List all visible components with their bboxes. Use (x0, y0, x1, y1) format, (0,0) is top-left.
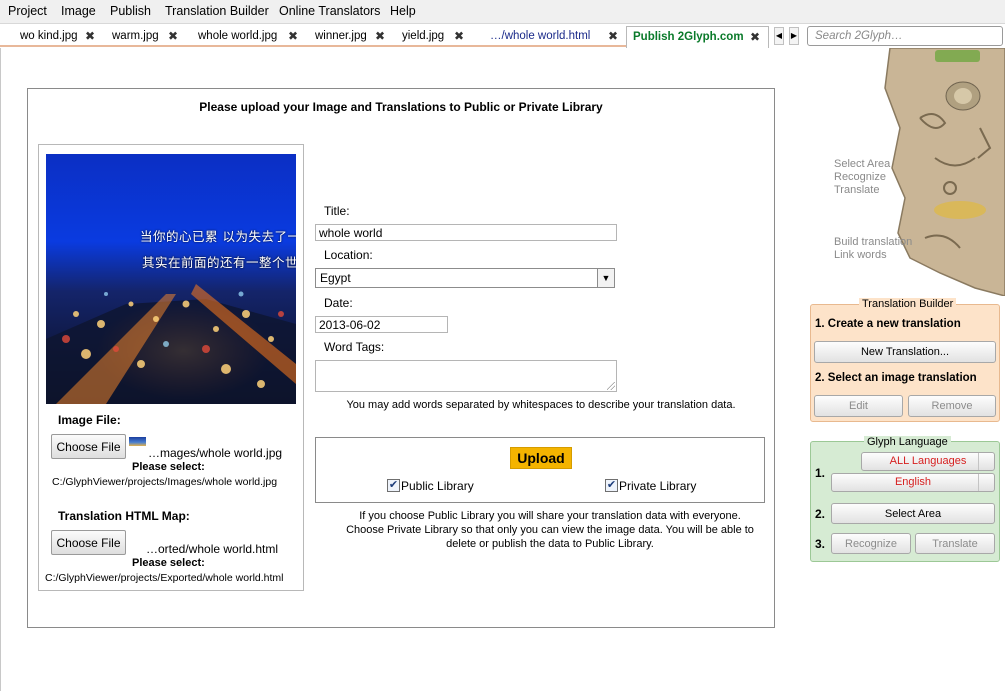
date-input[interactable]: 2013-06-02 (315, 316, 448, 333)
location-label: Location: (324, 248, 373, 262)
recognize-button[interactable]: Recognize (831, 533, 911, 554)
private-library-label: Private Library (619, 479, 697, 493)
menu-project[interactable]: Project (8, 4, 47, 18)
image-preview: 当你的心已累 以为失去了一切 其实在前面的还有一整个世界 (46, 154, 296, 404)
link-select-area[interactable]: Select Area (834, 158, 890, 171)
image-file-label: Image File: (58, 413, 121, 427)
tb-step1: 1. Create a new translation (815, 318, 961, 330)
scroll-left-icon[interactable]: ◀ (774, 27, 784, 45)
link-recognize[interactable]: Recognize (834, 171, 886, 184)
tab-label: yield.jpg (402, 30, 445, 42)
search-box[interactable] (807, 26, 1003, 46)
stone-tablet-image (880, 48, 1005, 296)
choose-html-file-button[interactable]: Choose File (51, 530, 126, 555)
tb-step2: 2. Select an image translation (815, 372, 977, 384)
date-label: Date: (324, 296, 353, 310)
gl-step2: 2. (815, 507, 826, 521)
library-note-line1: If you choose Public Library you will sh… (359, 510, 741, 522)
menu-help[interactable]: Help (390, 4, 416, 18)
html-file-path: C:/GlyphViewer/projects/Exported/whole w… (45, 572, 284, 584)
close-icon[interactable]: ✖ (168, 26, 178, 46)
close-icon[interactable]: ✖ (288, 26, 298, 46)
link-translate[interactable]: Translate (834, 184, 879, 197)
menu-translation-builder[interactable]: Translation Builder (165, 4, 269, 18)
gl-step1: 1. (815, 466, 826, 480)
close-icon[interactable]: ✖ (85, 26, 95, 46)
public-library-label: Public Library (401, 479, 474, 493)
html-please-select: Please select: (132, 557, 205, 569)
preview-caption-line1: 当你的心已累 以为失去了一切 (140, 229, 296, 244)
link-build-translation[interactable]: Build translation (834, 236, 912, 249)
all-languages-select[interactable]: ALL Languages (861, 452, 995, 471)
preview-caption-line2: 其实在前面的还有一整个世界 (142, 255, 296, 270)
location-value: Egypt (320, 271, 351, 285)
translate-button[interactable]: Translate (915, 533, 995, 554)
html-map-label: Translation HTML Map: (58, 509, 190, 523)
tab-label: …/whole world.html (490, 30, 591, 42)
word-tags-label: Word Tags: (324, 340, 385, 354)
tab-underline (0, 45, 626, 47)
new-translation-button[interactable]: New Translation... (814, 341, 996, 363)
image-please-select: Please select: (132, 461, 205, 473)
scroll-right-icon[interactable]: ▶ (789, 27, 799, 45)
library-note-line3: delete or publish the data to Public Lib… (446, 538, 654, 550)
close-icon[interactable]: ✖ (750, 27, 760, 47)
tab-label: Publish 2Glyph.com (633, 31, 744, 43)
english-label: English (894, 476, 932, 488)
word-tags-textarea[interactable] (315, 360, 617, 392)
all-languages-label: ALL Languages (889, 455, 967, 467)
panel-heading: Please upload your Image and Translation… (199, 100, 603, 114)
resize-grip-icon[interactable] (607, 382, 615, 390)
menu-image[interactable]: Image (61, 4, 96, 18)
image-thumbnail-icon (129, 437, 146, 446)
search-input[interactable] (808, 27, 1002, 45)
menu-publish[interactable]: Publish (110, 4, 151, 18)
link-link-words[interactable]: Link words (834, 249, 887, 262)
tab-label: whole world.jpg (198, 30, 278, 42)
location-select[interactable]: Egypt ▼ (315, 268, 615, 288)
title-input[interactable]: whole world (315, 224, 617, 241)
window-edge (0, 48, 1, 691)
menu-online-translators[interactable]: Online Translators (279, 4, 380, 18)
close-icon[interactable]: ✖ (454, 26, 464, 46)
tab-label: winner.jpg (315, 30, 367, 42)
tab-label: warm.jpg (112, 30, 159, 42)
chevron-down-icon[interactable]: ▼ (597, 269, 614, 287)
city-night-image (46, 154, 296, 404)
tab-label: wo kind.jpg (20, 30, 78, 42)
menu-bar: Project Image Publish Translation Builde… (0, 0, 1005, 24)
close-icon[interactable]: ✖ (608, 26, 618, 46)
word-tags-hint: You may add words separated by whitespac… (346, 399, 736, 411)
public-library-checkbox[interactable]: ✔ (387, 479, 400, 492)
glyph-language-title: Glyph Language (864, 436, 951, 448)
close-icon[interactable]: ✖ (375, 26, 385, 46)
english-select[interactable]: English (831, 473, 995, 492)
app-window: Project Image Publish Translation Builde… (0, 0, 1005, 691)
image-file-path: C:/GlyphViewer/projects/Images/whole wor… (52, 476, 278, 488)
chevron-down-icon[interactable] (978, 453, 994, 470)
edit-button[interactable]: Edit (814, 395, 903, 417)
upload-button[interactable]: Upload (510, 447, 572, 469)
select-area-button[interactable]: Select Area (831, 503, 995, 524)
translation-builder-title: Translation Builder (859, 298, 957, 310)
remove-button[interactable]: Remove (908, 395, 996, 417)
choose-image-file-button[interactable]: Choose File (51, 434, 126, 459)
image-file-name: …mages/whole world.jpg (148, 446, 283, 460)
library-note-line2: Choose Private Library so that only you … (346, 524, 754, 536)
html-file-name: …orted/whole world.html (146, 542, 279, 556)
chevron-down-icon[interactable] (978, 474, 994, 491)
title-label: Title: (324, 204, 350, 218)
private-library-checkbox[interactable]: ✔ (605, 479, 618, 492)
gl-step3: 3. (815, 537, 826, 551)
tab-publish-2glyph[interactable]: Publish 2Glyph.com ✖ (626, 26, 769, 48)
